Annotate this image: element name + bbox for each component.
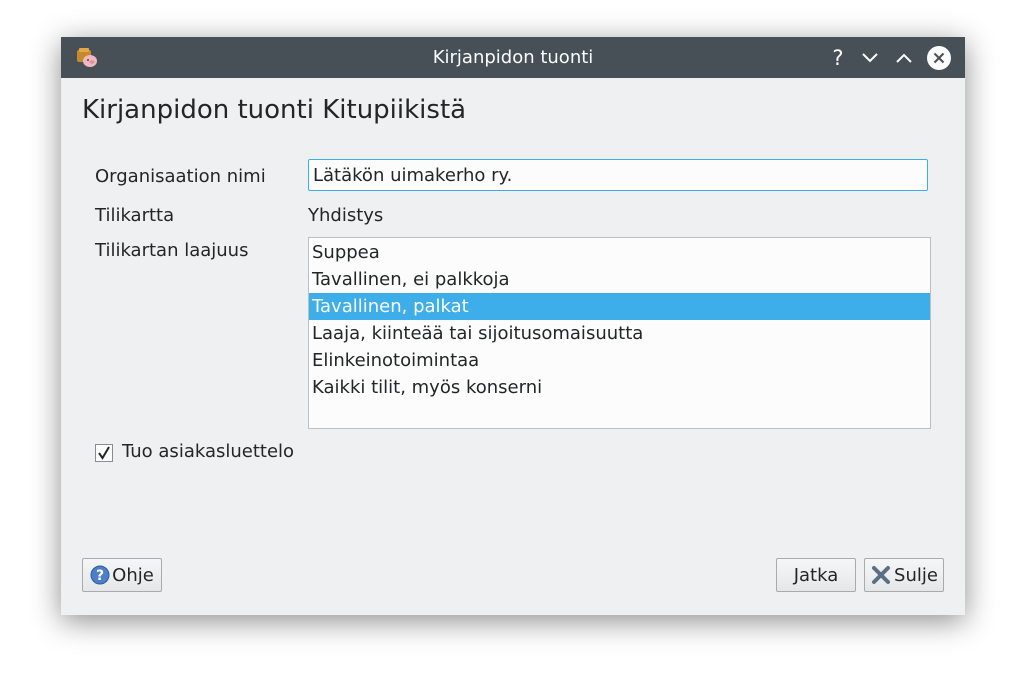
cancel-icon — [872, 566, 891, 584]
chart-value: Yhdistys — [308, 205, 384, 226]
minimize-icon[interactable] — [857, 45, 883, 71]
import-customers-label[interactable]: Tuo asiakasluettelo — [122, 441, 294, 462]
window-help-button[interactable]: ? — [825, 45, 851, 71]
org-name-label: Organisaation nimi — [95, 166, 266, 187]
list-item[interactable]: Laaja, kiinteää tai sijoitusomaisuutta — [309, 320, 930, 347]
close-button-label: Sulje — [894, 564, 938, 586]
scope-label: Tilikartan laajuus — [95, 240, 249, 261]
help-button-label: Ohje — [112, 564, 154, 586]
checkmark-icon — [98, 446, 110, 460]
import-dialog-window: Kirjanpidon tuonti ? Kirjanpidon tuonti … — [61, 37, 965, 615]
title-bar[interactable]: Kirjanpidon tuonti ? — [61, 37, 965, 78]
maximize-icon[interactable] — [891, 45, 917, 71]
next-button[interactable]: Jatka — [776, 558, 856, 592]
scope-listbox[interactable]: Suppea Tavallinen, ei palkkoja Tavalline… — [308, 237, 931, 429]
import-customers-checkbox[interactable] — [95, 444, 113, 462]
help-button[interactable]: ? Ohje — [82, 558, 162, 592]
close-icon[interactable] — [926, 45, 952, 71]
list-item[interactable]: Elinkeinotoimintaa — [309, 347, 930, 374]
svg-text:?: ? — [96, 568, 104, 584]
close-button[interactable]: Sulje — [864, 558, 944, 592]
next-button-label: Jatka — [793, 564, 839, 586]
dialog-heading: Kirjanpidon tuonti Kitupiikistä — [82, 95, 467, 125]
list-item[interactable]: Kaikki tilit, myös konserni — [309, 374, 930, 401]
list-item[interactable]: Tavallinen, ei palkkoja — [309, 266, 930, 293]
help-icon: ? — [90, 565, 110, 585]
list-item[interactable]: Suppea — [309, 239, 930, 266]
chart-label: Tilikartta — [95, 205, 175, 226]
list-item-selected[interactable]: Tavallinen, palkat — [309, 293, 930, 320]
org-name-input[interactable] — [308, 159, 928, 191]
